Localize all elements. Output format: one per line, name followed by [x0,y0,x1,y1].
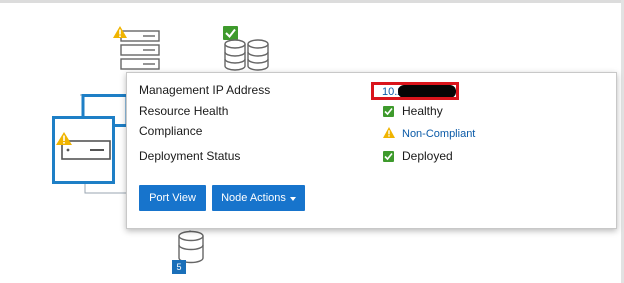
compliance-value: Non-Compliant [383,127,475,141]
node-actions-button[interactable]: Node Actions [212,185,305,211]
highlight-box [371,82,459,100]
server-warning-icon[interactable] [113,26,165,74]
node-details-popup: Management IP Address Resource Health Co… [126,72,617,229]
deployment-status-label: Deployment Status [139,149,241,163]
resource-health-text: Healthy [402,104,443,118]
deployment-status-value: Deployed [383,149,453,163]
resource-health-label: Resource Health [139,104,229,118]
port-view-label: Port View [149,192,196,204]
resource-health-value: Healthy [383,104,443,118]
check-icon [383,105,394,117]
port-view-button[interactable]: Port View [139,185,206,211]
warning-icon [383,127,395,141]
deployment-status-text: Deployed [402,149,453,163]
management-ip-label: Management IP Address [139,83,271,97]
node-actions-label: Node Actions [221,192,286,204]
storage-healthy-icon[interactable] [223,26,273,74]
check-icon [383,150,394,162]
storage-count-badge: 5 [172,260,186,274]
caret-down-icon [289,197,296,201]
compliance-link[interactable]: Non-Compliant [402,128,475,140]
server-selected-icon[interactable] [52,94,128,186]
compliance-label: Compliance [139,124,203,138]
